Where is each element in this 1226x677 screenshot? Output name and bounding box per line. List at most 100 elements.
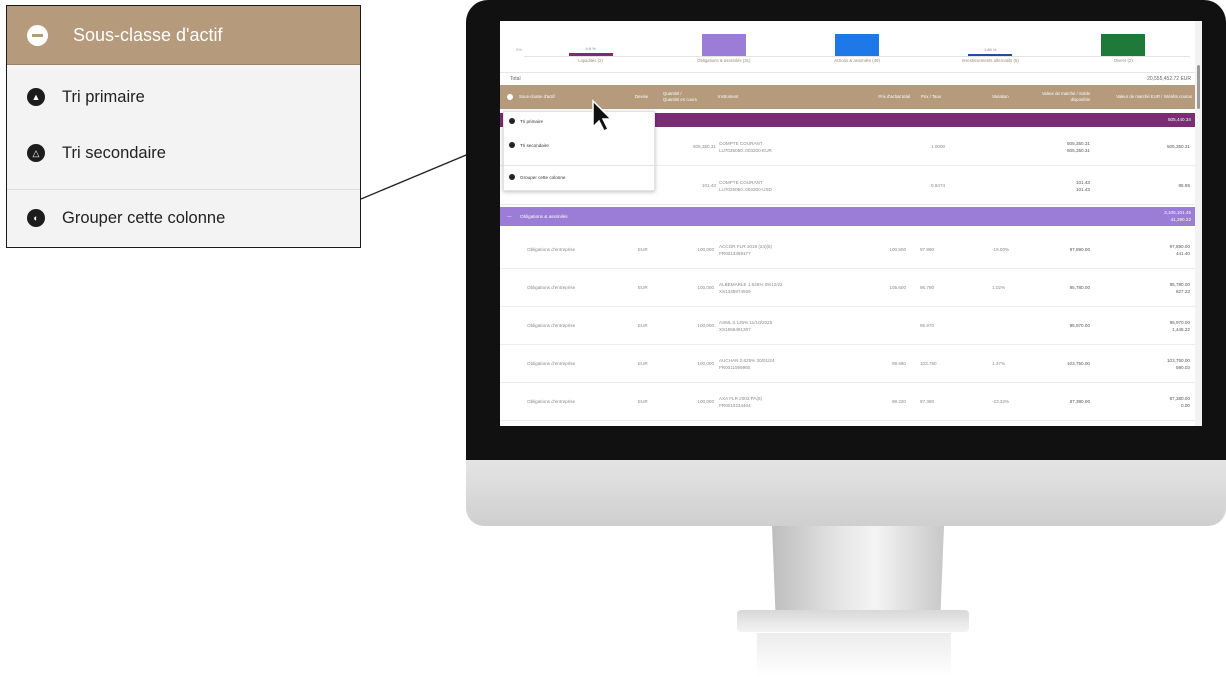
group-icon: ◐ xyxy=(27,209,45,227)
table-row[interactable]: Obligations d'entreprise EUR 100,000 ASML 0… xyxy=(500,307,1195,345)
accrued-interest: 590.03 xyxy=(1175,364,1190,370)
callout-item-label: Tri secondaire xyxy=(62,143,166,162)
table-row[interactable]: Obligations d'entreprise EUR 100,000 ALBEMA… xyxy=(500,269,1195,307)
chart-bar[interactable] xyxy=(568,52,613,56)
chart-bar[interactable] xyxy=(701,34,746,56)
price-cell: 1.0000 xyxy=(931,144,946,149)
col-header-currency[interactable]: Devise xyxy=(635,85,657,109)
col-header-instrument[interactable]: Instrument xyxy=(718,85,778,109)
instrument-code: FR0013399177 xyxy=(719,250,751,256)
col-header-quantity[interactable]: Quantité / Quantité en cours xyxy=(663,85,699,109)
price-cell: 97.890 xyxy=(920,247,935,252)
market-value-eur-cell: 95,780.00 827.23 xyxy=(1122,269,1190,306)
instrument-code: LU7025050..003200-USD xyxy=(719,186,772,192)
divider xyxy=(504,165,656,166)
menu-item-group-column[interactable]: Grouper cette colonne xyxy=(509,174,565,180)
chart-data-label: 4.8 % xyxy=(585,45,596,51)
variation-cell: -23.32% xyxy=(992,399,1010,404)
instrument-name: AUCHAN 2.625% 30/01/24 xyxy=(719,357,775,363)
table-row[interactable]: Obligations d'entreprise EUR 100,000 ACCOR … xyxy=(500,231,1195,269)
callout-item-group-column[interactable]: ◐ Grouper cette colonne xyxy=(7,190,360,246)
vertical-scrollbar[interactable] xyxy=(1195,21,1202,426)
sub-class-cell: Obligations d'entreprise xyxy=(527,399,576,404)
minus-circle-icon xyxy=(27,24,48,46)
menu-item-primary-sort[interactable]: Tri primaire xyxy=(509,118,543,124)
instrument-cell: AXA FLR 2003 PA(5) FR0010234404 xyxy=(719,383,829,420)
instrument-code: FR0011599960 xyxy=(719,364,751,370)
instrument-name: AXA FLR 2003 PA(5) xyxy=(719,395,763,401)
avg-price-cell: 99.680 xyxy=(891,361,906,366)
instrument-code: XS1348874929 xyxy=(719,288,751,294)
quantity-cell: 100,000 xyxy=(697,323,714,328)
currency-cell: EUR xyxy=(638,361,648,366)
market-value: 101.43 xyxy=(1075,179,1090,185)
total-row: Total 20,555,452.72 EUR xyxy=(500,72,1195,84)
col-header-sub-class[interactable]: Sous-classe d'actif xyxy=(507,85,647,109)
variation-cell xyxy=(992,307,1022,344)
menu-item-secondary-sort[interactable]: Tri secondaire xyxy=(509,142,549,148)
chart-bar[interactable] xyxy=(1101,34,1146,56)
table-row[interactable]: Obligations d'entreprise EUR 100,000 AUCHAN… xyxy=(500,345,1195,383)
instrument-cell: ASML 0.125% 11/10/2025 XS1556491307 xyxy=(719,307,829,344)
currency-cell: EUR xyxy=(638,399,648,404)
callout-item-primary-sort[interactable]: ▲ Tri primaire xyxy=(7,69,360,125)
zoom-callout: Sous-classe d'actif ▲ Tri primaire △ Tri… xyxy=(6,5,361,248)
callout-item-secondary-sort[interactable]: △ Tri secondaire xyxy=(7,125,360,181)
scrollbar-thumb[interactable] xyxy=(1197,65,1200,109)
mouse-cursor-icon xyxy=(592,99,613,133)
currency-cell: EUR xyxy=(638,285,648,290)
price-cell: 95.970 xyxy=(920,323,935,328)
instrument-code: LU7025050..003200-EUR xyxy=(719,147,772,153)
accrued-interest: 827.23 xyxy=(1175,288,1190,294)
minus-circle-icon xyxy=(507,94,513,100)
market-value-cell: 95,970.00 xyxy=(1069,323,1090,328)
monitor-stand-foot xyxy=(737,610,969,632)
collapse-icon[interactable]: — xyxy=(507,214,512,219)
table-row[interactable]: Obligations d'entreprise EUR 100,000 AXA FL… xyxy=(500,383,1195,421)
instrument-name: COMPTE COURANT xyxy=(719,179,763,185)
col-header-market-value[interactable]: Valeur de marché / Solde disponible xyxy=(1028,85,1090,109)
col-header-avg-price[interactable]: Prix d'achat total xyxy=(860,85,910,109)
variation-cell: 1.02% xyxy=(992,285,1006,290)
group-market-value: 3,105,101.45 xyxy=(1164,210,1191,215)
col-header-variation[interactable]: Variation xyxy=(992,85,1022,109)
group-value: 3,105,101.45 41,290.22 xyxy=(1164,209,1191,223)
currency-cell: EUR xyxy=(638,247,648,252)
group-row-bonds[interactable]: — Obligations & assimilés 3,105,101.45 4… xyxy=(500,207,1195,226)
chart-bar[interactable] xyxy=(968,53,1013,56)
market-value-eur-cell: 97,890.00 441.40 xyxy=(1122,231,1190,268)
total-value: 20,555,452.72 EUR xyxy=(1147,76,1191,82)
instrument-name: ACCOR FLR 2019 (24)(5) xyxy=(719,243,773,249)
accrued-interest: 0.00 xyxy=(1181,402,1190,408)
chart-category-label: Liquidités (2) xyxy=(578,58,603,63)
chart-category-label: Divers (2) xyxy=(1114,58,1133,63)
menu-item-label: Grouper cette colonne xyxy=(520,174,566,180)
callout-header[interactable]: Sous-classe d'actif xyxy=(7,6,360,65)
chart-bar[interactable] xyxy=(835,34,879,56)
market-value-eur-cell: 85.95 xyxy=(1178,183,1191,188)
available-balance: 101.43 xyxy=(1075,186,1090,192)
market-value-eur: 87,380.00 xyxy=(1169,395,1190,401)
chart-category-label: Investissements alternatifs (5) xyxy=(961,58,1019,63)
market-value-eur: 95,780.00 xyxy=(1169,281,1190,287)
price-cell: 95.780 xyxy=(920,285,935,290)
col-header-market-value-eur[interactable]: Valeur de marché EUR / Intérêts courus xyxy=(1112,85,1192,109)
col-header-price[interactable]: Prix / Taux xyxy=(921,85,955,109)
market-value-eur-cell: 103,750.00 590.03 xyxy=(1122,345,1190,382)
market-value-eur-cell: 505,350.31 xyxy=(1167,144,1190,149)
callout-item-label: Tri primaire xyxy=(62,87,145,106)
available-balance: 505,350.31 xyxy=(1067,147,1090,153)
screen: 0% 4.8 % Liquidités (2) Obligations & assi… xyxy=(500,21,1202,426)
chart-category-label: Actions & assimilés (49) xyxy=(834,58,880,63)
monitor-stand-neck xyxy=(772,526,944,612)
instrument-cell: ALBEMARLE 1.625% 09/12/22 XS1348874929 xyxy=(719,269,829,306)
instrument-code: XS1556491307 xyxy=(719,326,751,332)
market-value-eur: 97,890.00 xyxy=(1169,243,1190,249)
quantity-cell: 505,350.31 xyxy=(693,144,716,149)
variation-cell: -16.00% xyxy=(992,247,1010,252)
market-value-cell: 97,890.00 xyxy=(1069,247,1090,252)
market-value-eur: 95,970.00 xyxy=(1169,319,1190,325)
quantity-cell: 100,000 xyxy=(697,399,714,404)
sort-primary-icon: ▲ xyxy=(27,88,45,106)
instrument-cell: COMPTE COURANT LU7025050..003200-EUR xyxy=(719,128,829,165)
